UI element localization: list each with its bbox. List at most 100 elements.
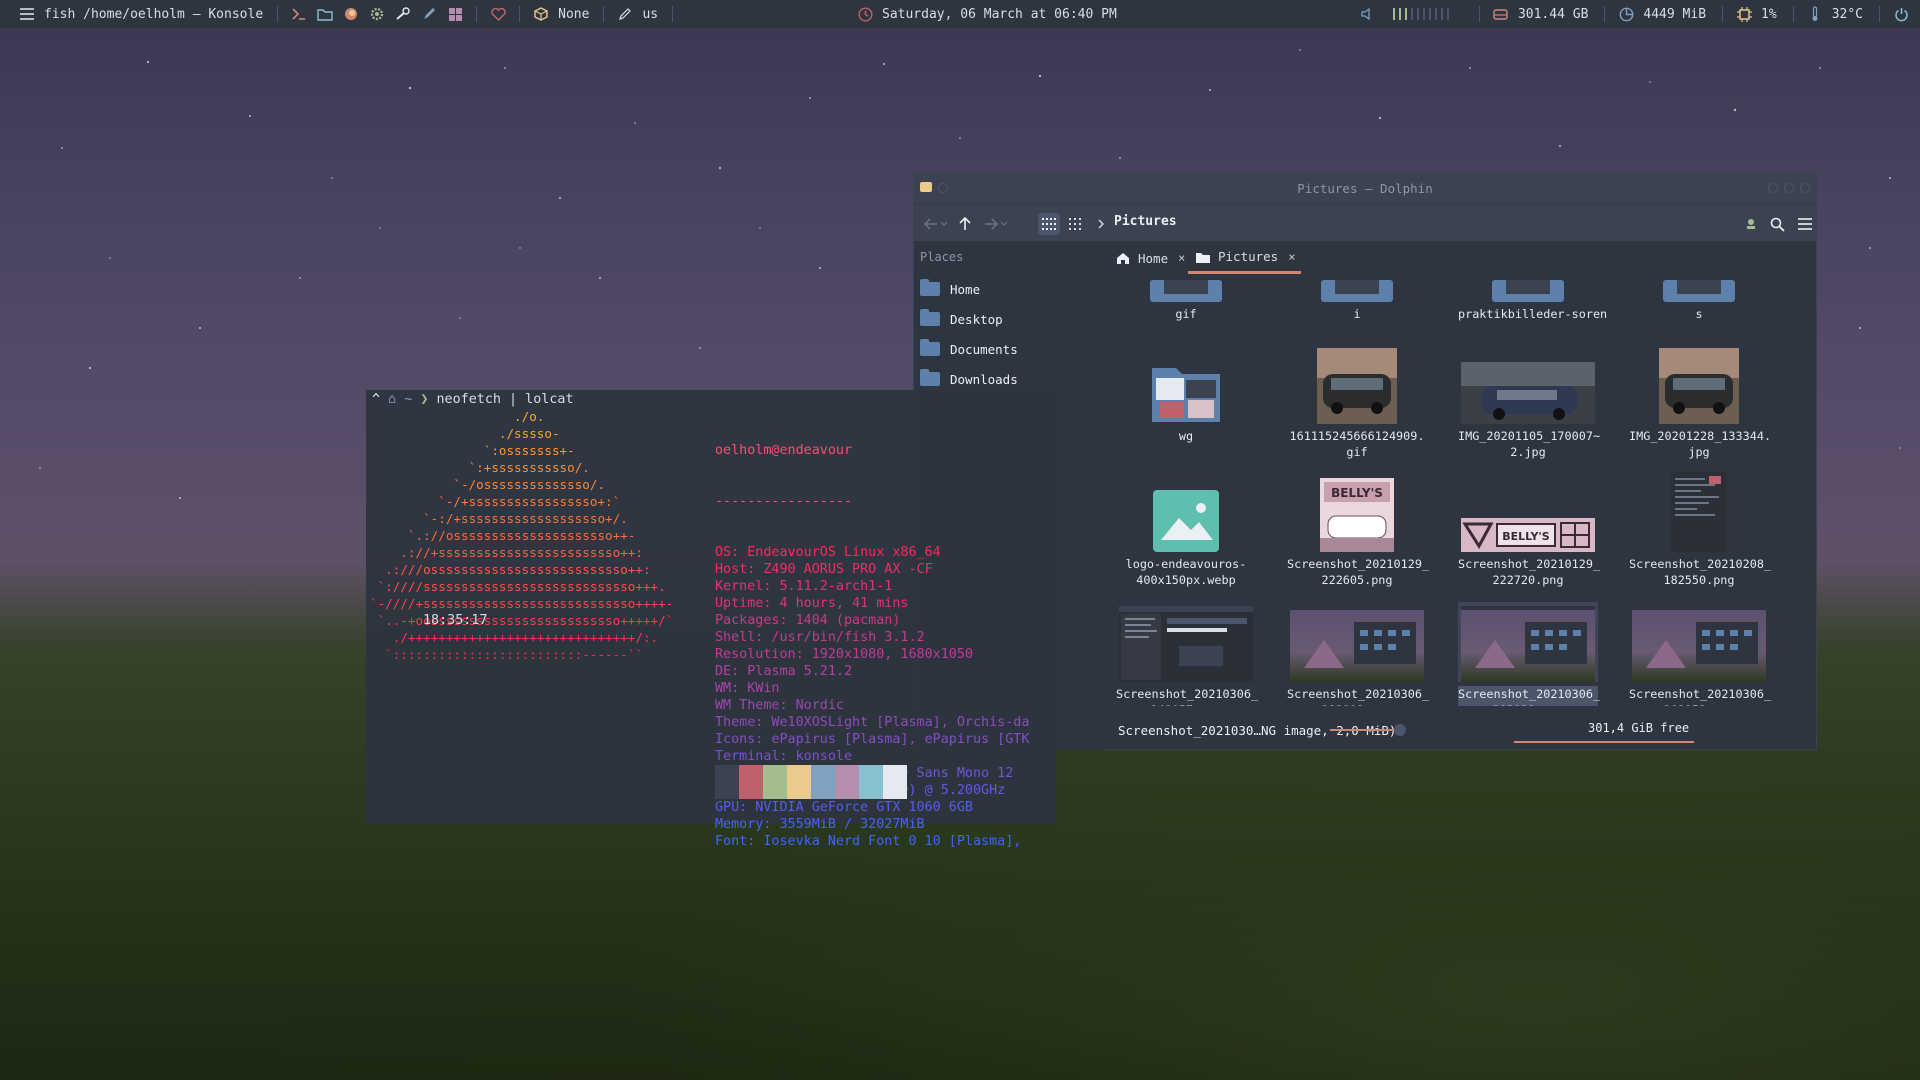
folder-icon xyxy=(1196,252,1210,263)
tab-close-icon[interactable]: × xyxy=(1178,251,1185,265)
settings-icon[interactable] xyxy=(366,3,388,25)
tab-home[interactable]: Home × xyxy=(1116,242,1185,274)
thumbnail xyxy=(1116,472,1256,552)
hamburger-icon[interactable] xyxy=(16,3,38,25)
dolphin-titlebar[interactable]: Pictures — Dolphin xyxy=(914,173,1816,203)
place-label: Downloads xyxy=(950,371,1018,387)
keyboard-layout[interactable]: us xyxy=(642,7,658,22)
free-space[interactable]: 301,4 GiB free xyxy=(1588,721,1689,735)
icons-view-icon[interactable] xyxy=(1038,213,1060,235)
file-item[interactable]: IMG_20201105_170007~ 2.jpg xyxy=(1458,344,1600,460)
file-name: Screenshot_20210208_ 182550.png xyxy=(1629,557,1772,587)
logo-line: `-/+sssssssssssssssso+:` xyxy=(370,494,621,509)
file-item[interactable]: Screenshot_20210306_ 183912.png xyxy=(1287,602,1429,706)
tab-close-icon[interactable]: × xyxy=(1288,250,1295,264)
zoom-slider[interactable] xyxy=(1330,729,1400,731)
file-item[interactable]: IMG_20201228_133344. jpg xyxy=(1629,344,1772,460)
folder-item[interactable]: praktikbilleder-soren xyxy=(1458,274,1607,322)
folder-item[interactable]: gif xyxy=(1116,274,1256,322)
breadcrumb-pictures[interactable]: Pictures xyxy=(1114,214,1177,229)
thumbnail xyxy=(1287,602,1427,682)
minimize-button[interactable] xyxy=(1768,183,1778,193)
shell-prompt: ^ ⌂ ~ ❯ neofetch | lolcat xyxy=(372,391,574,408)
konsole-terminal[interactable]: ^ ⌂ ~ ❯ neofetch | lolcat ./o. ./sssso- … xyxy=(366,390,1056,849)
terminal-icon[interactable] xyxy=(288,3,310,25)
share-icon[interactable] xyxy=(1740,213,1762,235)
temperature[interactable]: 32°C xyxy=(1832,7,1863,22)
file-item[interactable]: Screenshot_20210208_ 182550.png xyxy=(1629,472,1772,588)
back-history-chevron-icon[interactable] xyxy=(938,213,950,235)
tab-pictures[interactable]: Pictures × xyxy=(1188,242,1302,274)
thermometer-icon xyxy=(1804,3,1826,25)
file-item[interactable]: Screenshot_20210306_ 183938.png xyxy=(1458,602,1600,706)
folder-icon xyxy=(1116,274,1256,302)
volume-bar[interactable] xyxy=(1392,7,1461,21)
compact-view-icon[interactable] xyxy=(1064,213,1086,235)
pen-icon[interactable] xyxy=(418,3,440,25)
place-documents[interactable]: Documents xyxy=(920,336,1018,362)
folder-item[interactable]: s xyxy=(1629,274,1769,322)
up-icon[interactable] xyxy=(954,213,976,235)
documents-folder-icon xyxy=(920,339,940,356)
info-line: WM Theme: Nordic xyxy=(715,698,844,713)
file-item[interactable]: BELLY'S Screenshot_20210129_ 222605.png xyxy=(1287,472,1429,588)
forward-history-chevron-icon[interactable] xyxy=(998,213,1010,235)
place-downloads[interactable]: Downloads xyxy=(920,366,1018,392)
folder-item[interactable]: i xyxy=(1287,274,1427,322)
steam-icon[interactable] xyxy=(392,3,414,25)
firefox-icon[interactable] xyxy=(340,3,362,25)
logo-line: `-/ossssssssssssso/. xyxy=(370,477,606,492)
file-name: IMG_20201228_133344. jpg xyxy=(1629,429,1772,459)
breadcrumb-chevron-icon xyxy=(1094,213,1108,235)
logo-line: ./++++++++++++++++++++++++++++++/:. xyxy=(370,630,659,645)
memory-usage[interactable]: 4449 MiB xyxy=(1643,7,1706,22)
folder-icon[interactable] xyxy=(314,3,336,25)
search-icon[interactable] xyxy=(1766,213,1788,235)
place-home[interactable]: Home xyxy=(920,276,980,302)
info-line: Theme: We10XOSLight [Plasma], Orchis-da xyxy=(715,715,1030,730)
desktop-folder-icon xyxy=(920,309,940,326)
logo-line: .:///ossssssssssssssssssssssssso++: xyxy=(370,562,651,577)
palette-swatch xyxy=(835,765,859,799)
cpu-usage[interactable]: 1% xyxy=(1761,7,1777,22)
windows-icon[interactable] xyxy=(444,3,466,25)
place-desktop[interactable]: Desktop xyxy=(920,306,1003,332)
speaker-icon[interactable] xyxy=(1357,3,1379,25)
folder-item[interactable]: wg xyxy=(1116,344,1256,444)
logo-line: `:////ssssssssssssssssssssssssssso+++. xyxy=(370,579,666,594)
package-status[interactable]: None xyxy=(558,7,589,22)
window-title: Pictures — Dolphin xyxy=(1297,181,1433,196)
logo-line: `:::::::::::::::::::::::::------`` xyxy=(370,647,643,662)
palette-swatch xyxy=(715,765,739,799)
place-label: Documents xyxy=(950,341,1018,357)
file-item[interactable]: Screenshot_20210306_ 183953.png xyxy=(1629,602,1772,706)
maximize-button[interactable] xyxy=(1784,183,1794,193)
file-item[interactable]: Screenshot_20210306_ 141057.png xyxy=(1116,602,1258,706)
palette-swatch xyxy=(739,765,763,799)
cpu-icon xyxy=(1733,3,1755,25)
palette-swatch xyxy=(763,765,787,799)
disk-usage[interactable]: 301.44 GB xyxy=(1518,7,1588,22)
file-item[interactable]: 161115245666124909. gif xyxy=(1287,344,1427,460)
heart-icon[interactable] xyxy=(487,3,509,25)
file-name: Screenshot_20210306_ 183938.png xyxy=(1458,686,1600,706)
zoom-slider-handle[interactable] xyxy=(1394,724,1406,736)
package-icon xyxy=(530,3,552,25)
hamburger-menu-icon[interactable] xyxy=(1794,213,1816,235)
info-line: Terminal: konsole xyxy=(715,749,853,764)
close-button[interactable] xyxy=(1800,183,1810,193)
file-name: 161115245666124909. gif xyxy=(1289,429,1425,459)
thumbnail xyxy=(1458,602,1598,682)
file-item[interactable]: BELLY'S Screenshot_20210129_ 222720.png xyxy=(1458,472,1600,588)
file-item[interactable]: logo-endeavouros- 400x150px.webp xyxy=(1116,472,1256,588)
info-line: Packages: 1404 (pacman) xyxy=(715,613,901,628)
power-icon[interactable] xyxy=(1890,3,1912,25)
file-name: Screenshot_20210306_ 183953.png xyxy=(1629,687,1772,706)
active-window-title[interactable]: fish /home/oelholm — Konsole xyxy=(44,7,263,22)
logo-line: `:+sssssssssso/. xyxy=(370,460,590,475)
date-time[interactable]: Saturday, 06 March at 06:40 PM xyxy=(882,7,1117,22)
downloads-folder-icon xyxy=(920,369,940,386)
folder-icon xyxy=(1287,274,1427,302)
prompt-arrow-icon: ❯ xyxy=(420,392,429,407)
logo-line: ./sssso- xyxy=(370,426,560,441)
